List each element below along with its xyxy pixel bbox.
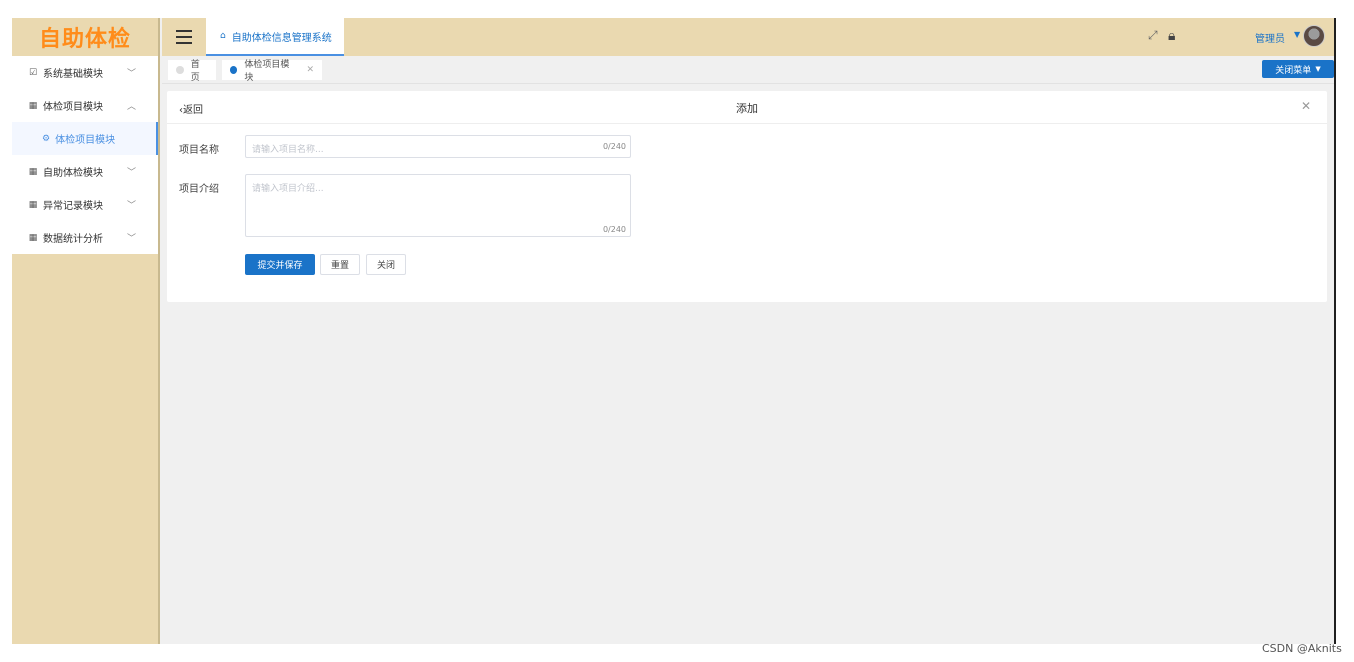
card-header: ‹返回 添加 ✕ [167, 91, 1327, 124]
app-logo: 自助体检 [38, 27, 131, 52]
system-title: 自助体检信息管理系统 [231, 32, 332, 44]
project-intro-label: 项目介绍 [179, 184, 219, 195]
grid-icon: ▦ [28, 232, 38, 243]
close-icon[interactable]: ✕ [306, 65, 314, 75]
sidebar-item-system-base[interactable]: ☑ 系统基础模块 ﹀ [12, 56, 158, 89]
char-counter: 0/240 [602, 142, 626, 151]
grid-icon: ▦ [28, 199, 38, 210]
sidebar-item-label: 数据统计分析 [43, 234, 103, 245]
app-window: 自助体检 ☑ 系统基础模块 ﹀ ▦ 体检项目模块 ︿ ⚙ 体检项目模块 ▦ 自助… [12, 18, 1335, 644]
sidebar-item-label: 体检项目模块 [55, 135, 116, 146]
project-name-input[interactable]: 请输入项目名称... 0/240 [245, 135, 631, 158]
top-header: ⌂ 自助体检信息管理系统 ⤢ 🔒︎ 管理员 ▼ [162, 18, 1335, 56]
sidebar-item-label: 体检项目模块 [43, 102, 103, 113]
sidebar-menu: ☑ 系统基础模块 ﹀ ▦ 体检项目模块 ︿ ⚙ 体检项目模块 ▦ 自助体检模块 … [12, 56, 158, 254]
grid-icon: ▦ [28, 166, 38, 177]
reset-button[interactable]: 重置 [320, 254, 360, 275]
sidebar-item-exam-projects[interactable]: ▦ 体检项目模块 ︿ [12, 89, 158, 122]
char-counter: 0/240 [602, 225, 626, 234]
sidebar: 自助体检 ☑ 系统基础模块 ﹀ ▦ 体检项目模块 ︿ ⚙ 体检项目模块 ▦ 自助… [12, 18, 160, 644]
system-title-tab[interactable]: ⌂ 自助体检信息管理系统 [206, 18, 344, 56]
tab-label: 体检项目模块 [244, 60, 290, 83]
home-icon: ⌂ [220, 31, 226, 41]
chevron-down-icon: ﹀ [126, 69, 136, 79]
sidebar-item-label: 异常记录模块 [43, 201, 103, 212]
sidebar-subitem-exam-projects[interactable]: ⚙ 体检项目模块 [12, 122, 158, 155]
placeholder: 请输入项目名称... [252, 145, 324, 155]
chevron-up-icon: ︿ [126, 102, 136, 112]
chevron-down-icon: ﹀ [126, 168, 136, 178]
sidebar-item-abnormal-records[interactable]: ▦ 异常记录模块 ﹀ [12, 188, 158, 221]
tab-exam-projects[interactable]: 体检项目模块 ✕ [222, 60, 322, 83]
chevron-down-icon: ﹀ [126, 201, 136, 211]
sidebar-item-self-exam[interactable]: ▦ 自助体检模块 ﹀ [12, 155, 158, 188]
watermark: CSDN @Aknits [1262, 642, 1342, 655]
submit-save-button[interactable]: 提交并保存 [245, 254, 315, 275]
gear-icon: ⚙ [42, 133, 51, 144]
close-icon[interactable]: ✕ [1301, 99, 1311, 113]
close-menu-label: 关闭菜单 [1275, 65, 1312, 76]
close-menu-button[interactable]: 关闭菜单 ▼ [1262, 60, 1334, 78]
grid-icon: ▦ [28, 100, 38, 111]
tabs-bar: 首页 体检项目模块 ✕ 关闭菜单 ▼ [162, 56, 1335, 84]
add-form-card: ‹返回 添加 ✕ 项目名称 请输入项目名称... 0/240 项目介绍 请输入项… [167, 91, 1327, 302]
caret-down-icon[interactable]: ▼ [1294, 30, 1300, 39]
chevron-down-icon: ﹀ [126, 234, 136, 244]
card-title: 添加 [736, 102, 758, 115]
project-intro-textarea[interactable]: 请输入项目介绍... 0/240 [245, 174, 631, 237]
sidebar-item-label: 自助体检模块 [43, 168, 103, 179]
placeholder: 请输入项目介绍... [252, 184, 324, 194]
project-name-label: 项目名称 [179, 145, 219, 156]
sidebar-item-label: 系统基础模块 [43, 69, 103, 80]
lock-icon[interactable]: 🔒︎ [1168, 28, 1175, 44]
hamburger-menu-icon[interactable] [176, 30, 192, 44]
admin-user[interactable]: 管理员 [1255, 30, 1285, 45]
caret-down-icon: ▼ [1315, 65, 1321, 73]
avatar[interactable] [1303, 25, 1325, 47]
tab-status-dot [230, 66, 238, 74]
sidebar-item-statistics[interactable]: ▦ 数据统计分析 ﹀ [12, 221, 158, 254]
tab-home[interactable]: 首页 [168, 60, 216, 83]
fullscreen-icon[interactable]: ⤢ [1148, 28, 1158, 43]
window-edge [1334, 18, 1336, 644]
tab-label: 首页 [190, 60, 200, 83]
tab-status-dot [176, 66, 184, 74]
close-button[interactable]: 关闭 [366, 254, 406, 275]
check-square-icon: ☑ [28, 67, 38, 78]
